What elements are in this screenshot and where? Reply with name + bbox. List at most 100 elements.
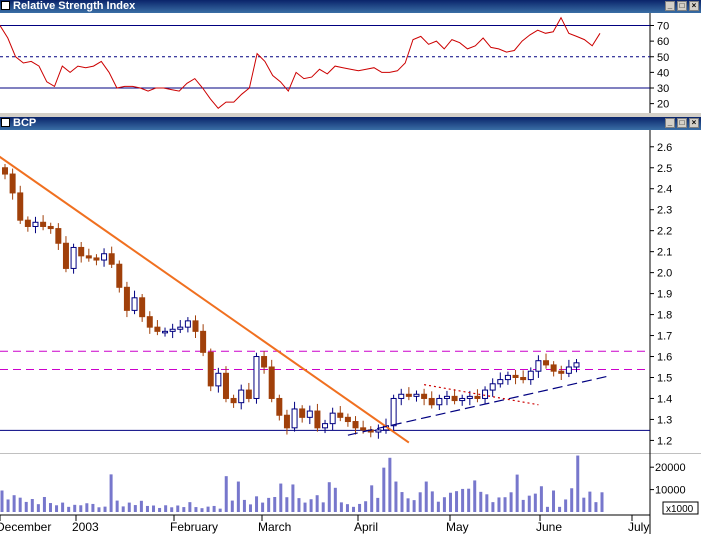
volume-bar — [430, 491, 434, 512]
volume-bar — [485, 494, 489, 512]
x-tick-label: 2003 — [72, 520, 99, 534]
volume-bar — [273, 496, 277, 512]
candle-body — [47, 225, 54, 230]
volume-bar — [382, 467, 386, 512]
volume-bar — [564, 499, 568, 512]
volume-bar — [515, 474, 519, 512]
rsi-maximize-button[interactable]: □ — [677, 1, 687, 11]
candle-body — [17, 192, 24, 221]
candle-body — [421, 393, 428, 399]
price-y-tick-label: 2.3 — [657, 205, 672, 217]
price-y-tick-label: 2.4 — [657, 184, 672, 196]
candle-body — [436, 397, 443, 406]
volume-bar — [327, 482, 331, 512]
candle-body — [474, 395, 481, 399]
volume-bar — [570, 488, 574, 512]
candle-body — [329, 412, 336, 425]
price-y-tick-label: 2.1 — [657, 247, 672, 259]
candle-body — [482, 389, 489, 399]
volume-bar — [358, 503, 362, 512]
candle-body — [177, 326, 184, 330]
candle-body — [314, 410, 321, 429]
volume-bar — [473, 480, 477, 512]
candle-body — [9, 173, 16, 194]
rsi-minimize-button[interactable]: _ — [665, 1, 675, 11]
volume-bar — [442, 497, 446, 512]
price-y-tick-label: 1.9 — [657, 289, 672, 301]
volume-bar — [79, 505, 83, 512]
volume-bar — [461, 488, 465, 512]
panel-menu-icon[interactable] — [1, 118, 10, 127]
candle-body — [512, 374, 519, 378]
volume-bar — [261, 502, 265, 512]
rsi-chart[interactable]: 20 30 40 50 60 70 — [0, 13, 701, 113]
candle-body — [276, 397, 283, 416]
candle-body — [222, 372, 229, 399]
candle-body — [215, 372, 222, 387]
volume-bar — [479, 491, 483, 512]
price-maximize-button[interactable]: □ — [677, 118, 687, 128]
volume-bar — [588, 491, 592, 512]
volume-bar — [24, 501, 28, 512]
volume-bar — [18, 497, 22, 512]
volume-bar — [527, 495, 531, 512]
candle-body — [169, 328, 176, 332]
candle-body — [184, 320, 191, 328]
volume-multiplier-label: x1000 — [666, 504, 694, 515]
candle-body — [352, 421, 359, 429]
candle-body — [428, 397, 435, 406]
candle-body — [93, 257, 100, 261]
price-y-tick-label: 2.2 — [657, 226, 672, 238]
volume-bar — [533, 493, 537, 512]
volume-bar — [545, 506, 549, 512]
volume-bar — [109, 474, 113, 512]
volume-bar — [291, 484, 295, 512]
candle-body — [291, 408, 298, 429]
volume-bar — [236, 481, 240, 512]
price-close-button[interactable]: × — [689, 118, 699, 128]
volume-chart[interactable]: 10000 20000 x1000 December 2003 February March… — [0, 453, 701, 534]
volume-bar — [576, 455, 580, 512]
volume-bar — [158, 507, 162, 512]
panel-menu-icon[interactable] — [1, 1, 10, 10]
candle-body — [459, 397, 466, 402]
candle-body — [123, 286, 130, 311]
rsi-panel-title: Relative Strength Index — [13, 0, 136, 12]
candle-body — [78, 246, 85, 257]
rsi-y-tick-label: 50 — [657, 52, 669, 64]
candle-body — [375, 429, 382, 433]
candle-body — [55, 228, 62, 244]
candle-body — [101, 253, 108, 261]
candle-body — [2, 167, 8, 175]
candle-body — [261, 356, 268, 368]
price-minimize-button[interactable]: _ — [665, 118, 675, 128]
volume-bar — [48, 503, 52, 512]
volume-bar — [194, 507, 198, 512]
candle-body — [504, 374, 511, 381]
price-panel-title: BCP — [13, 117, 37, 129]
volume-bar — [164, 505, 168, 512]
volume-bar — [297, 498, 301, 512]
candle-body — [62, 242, 69, 269]
candle-body — [146, 316, 153, 328]
price-y-tick-label: 2.5 — [657, 163, 672, 175]
candle-body — [116, 263, 123, 288]
volume-bar — [133, 505, 137, 512]
volume-bar — [242, 499, 246, 512]
candle-body — [535, 360, 542, 372]
price-y-tick-label: 2.0 — [657, 268, 672, 280]
volume-bar — [285, 497, 289, 512]
candle-body — [139, 297, 146, 318]
volume-bar — [376, 497, 380, 512]
price-chart[interactable]: 1.2 1.3 1.4 1.5 1.6 1.7 1.8 1.9 2.0 2.1 2.2 2.3 2.4 2… — [0, 130, 701, 453]
volume-bar — [267, 497, 271, 512]
volume-bar — [42, 496, 46, 512]
rsi-close-button[interactable]: × — [689, 1, 699, 11]
volume-bar — [400, 492, 404, 512]
rsi-y-tick-label: 60 — [657, 36, 669, 48]
volume-bar — [115, 500, 119, 512]
volume-bar — [467, 488, 471, 512]
candle-body — [192, 320, 199, 332]
x-tick-label: April — [354, 520, 378, 534]
volume-bar — [309, 499, 313, 512]
